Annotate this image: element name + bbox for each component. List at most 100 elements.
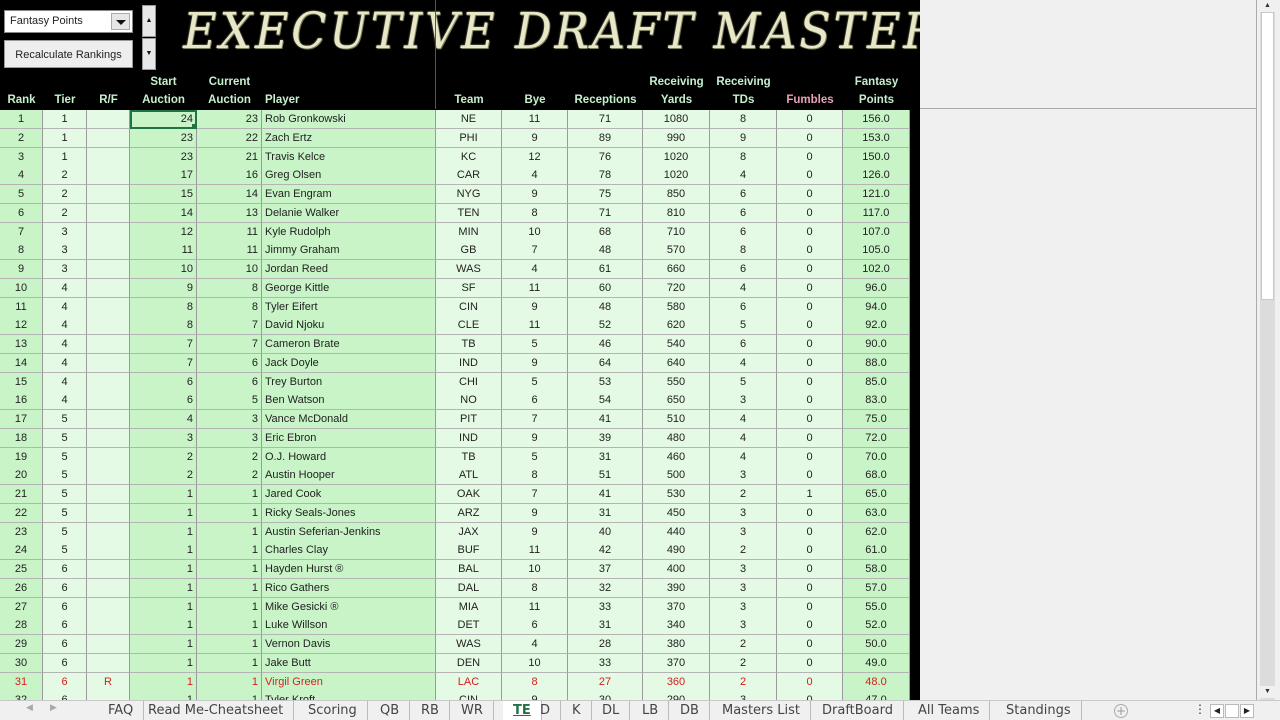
cell-receptions[interactable]: 75 (568, 185, 643, 204)
cell-player[interactable]: Tyler Kroft (262, 691, 436, 700)
cell-fantasy[interactable]: 65.0 (843, 485, 910, 504)
cell-rf[interactable] (87, 428, 130, 448)
cell-tier[interactable]: 5 (43, 428, 87, 448)
cell-start[interactable]: 14 (130, 203, 197, 223)
cell-rank[interactable]: 17 (0, 410, 43, 429)
cell-fumbles[interactable]: 0 (777, 353, 843, 373)
cell-bye[interactable]: 9 (502, 297, 568, 317)
tab-scroll-left-icon[interactable]: ◀ (26, 703, 33, 713)
cell-receptions[interactable]: 31 (568, 616, 643, 636)
cell-fumbles[interactable]: 0 (777, 147, 843, 167)
cell-current[interactable]: 1 (197, 635, 262, 654)
cell-rf[interactable] (87, 297, 130, 317)
cell-fantasy[interactable]: 47.0 (843, 691, 910, 700)
cell-rf[interactable] (87, 166, 130, 186)
sort-by-dropdown[interactable]: Fantasy Points (4, 10, 133, 33)
cell-rank[interactable]: 28 (0, 616, 43, 636)
cell-fumbles[interactable]: 0 (777, 391, 843, 411)
cell-player[interactable]: Mike Gesicki ® (262, 597, 436, 617)
cell-fumbles[interactable]: 0 (777, 691, 843, 700)
cell-rf[interactable]: R (87, 672, 130, 692)
cell-fantasy[interactable]: 70.0 (843, 447, 910, 467)
cell-bye[interactable]: 7 (502, 485, 568, 504)
cell-bye[interactable]: 7 (502, 241, 568, 261)
scroll-down-icon[interactable]: ▼ (1260, 686, 1275, 698)
cell-rank[interactable]: 6 (0, 203, 43, 223)
cell-current[interactable]: 14 (197, 185, 262, 204)
cell-fumbles[interactable]: 0 (777, 316, 843, 336)
cell-team[interactable]: DAL (436, 578, 502, 598)
cell-tier[interactable]: 5 (43, 541, 87, 561)
cell-receptions[interactable]: 52 (568, 316, 643, 336)
tab-read-me-cheatsheet[interactable]: Read Me-Cheatsheet (138, 701, 295, 720)
cell-tier[interactable]: 6 (43, 653, 87, 673)
cell-fumbles[interactable]: 0 (777, 241, 843, 261)
tab-masters-list[interactable]: Masters List (712, 701, 812, 720)
cell-rec_yards[interactable]: 620 (643, 316, 710, 336)
spin-button[interactable]: ▲ ▼ (142, 5, 156, 71)
cell-fumbles[interactable]: 0 (777, 653, 843, 673)
cell-rf[interactable] (87, 503, 130, 523)
cell-rf[interactable] (87, 110, 130, 129)
cell-team[interactable]: TB (436, 335, 502, 354)
cell-rec_yards[interactable]: 580 (643, 297, 710, 317)
cell-receptions[interactable]: 71 (568, 203, 643, 223)
cell-fantasy[interactable]: 83.0 (843, 391, 910, 411)
cell-rf[interactable] (87, 353, 130, 373)
cell-receptions[interactable]: 54 (568, 391, 643, 411)
cell-start[interactable]: 6 (130, 372, 197, 392)
cell-fumbles[interactable]: 0 (777, 597, 843, 617)
cell-rf[interactable] (87, 241, 130, 261)
cell-player[interactable]: David Njoku (262, 316, 436, 336)
cell-bye[interactable]: 9 (502, 428, 568, 448)
cell-start[interactable]: 24 (130, 110, 197, 129)
cell-start[interactable]: 11 (130, 241, 197, 261)
cell-rank[interactable]: 10 (0, 278, 43, 298)
cell-tier[interactable]: 6 (43, 672, 87, 692)
cell-tier[interactable]: 4 (43, 297, 87, 317)
cell-rec_tds[interactable]: 2 (710, 653, 777, 673)
cell-fantasy[interactable]: 85.0 (843, 372, 910, 392)
cell-start[interactable]: 8 (130, 316, 197, 336)
cell-bye[interactable]: 7 (502, 410, 568, 429)
cell-current[interactable]: 1 (197, 672, 262, 692)
cell-fantasy[interactable]: 156.0 (843, 110, 910, 129)
cell-bye[interactable]: 9 (502, 128, 568, 148)
cell-team[interactable]: DEN (436, 653, 502, 673)
tab-scoring[interactable]: Scoring (298, 701, 368, 720)
cell-bye[interactable]: 8 (502, 203, 568, 223)
cell-tier[interactable]: 5 (43, 485, 87, 504)
cell-fumbles[interactable]: 0 (777, 372, 843, 392)
cell-player[interactable]: George Kittle (262, 278, 436, 298)
cell-rec_yards[interactable]: 550 (643, 372, 710, 392)
scroll-up-icon[interactable]: ▲ (1260, 0, 1275, 12)
cell-fantasy[interactable]: 102.0 (843, 260, 910, 279)
cell-rec_yards[interactable]: 510 (643, 410, 710, 429)
cell-rec_tds[interactable]: 4 (710, 353, 777, 373)
cell-rec_tds[interactable]: 6 (710, 222, 777, 242)
cell-receptions[interactable]: 48 (568, 297, 643, 317)
cell-rf[interactable] (87, 541, 130, 561)
cell-rank[interactable]: 13 (0, 335, 43, 354)
cell-current[interactable]: 11 (197, 222, 262, 242)
cell-receptions[interactable]: 30 (568, 691, 643, 700)
cell-fumbles[interactable]: 0 (777, 447, 843, 467)
cell-team[interactable]: JAX (436, 522, 502, 542)
cell-start[interactable]: 2 (130, 447, 197, 467)
cell-fumbles[interactable]: 0 (777, 222, 843, 242)
cell-rec_tds[interactable]: 3 (710, 560, 777, 579)
cell-receptions[interactable]: 78 (568, 166, 643, 186)
cell-rank[interactable]: 23 (0, 522, 43, 542)
cell-fantasy[interactable]: 61.0 (843, 541, 910, 561)
cell-rank[interactable]: 7 (0, 222, 43, 242)
cell-tier[interactable]: 4 (43, 316, 87, 336)
cell-bye[interactable]: 5 (502, 372, 568, 392)
cell-fumbles[interactable]: 0 (777, 503, 843, 523)
cell-rec_tds[interactable]: 9 (710, 128, 777, 148)
cell-fantasy[interactable]: 49.0 (843, 653, 910, 673)
cell-fumbles[interactable]: 0 (777, 128, 843, 148)
cell-rank[interactable]: 31 (0, 672, 43, 692)
cell-rec_tds[interactable]: 6 (710, 260, 777, 279)
cell-rf[interactable] (87, 616, 130, 636)
cell-current[interactable]: 13 (197, 203, 262, 223)
